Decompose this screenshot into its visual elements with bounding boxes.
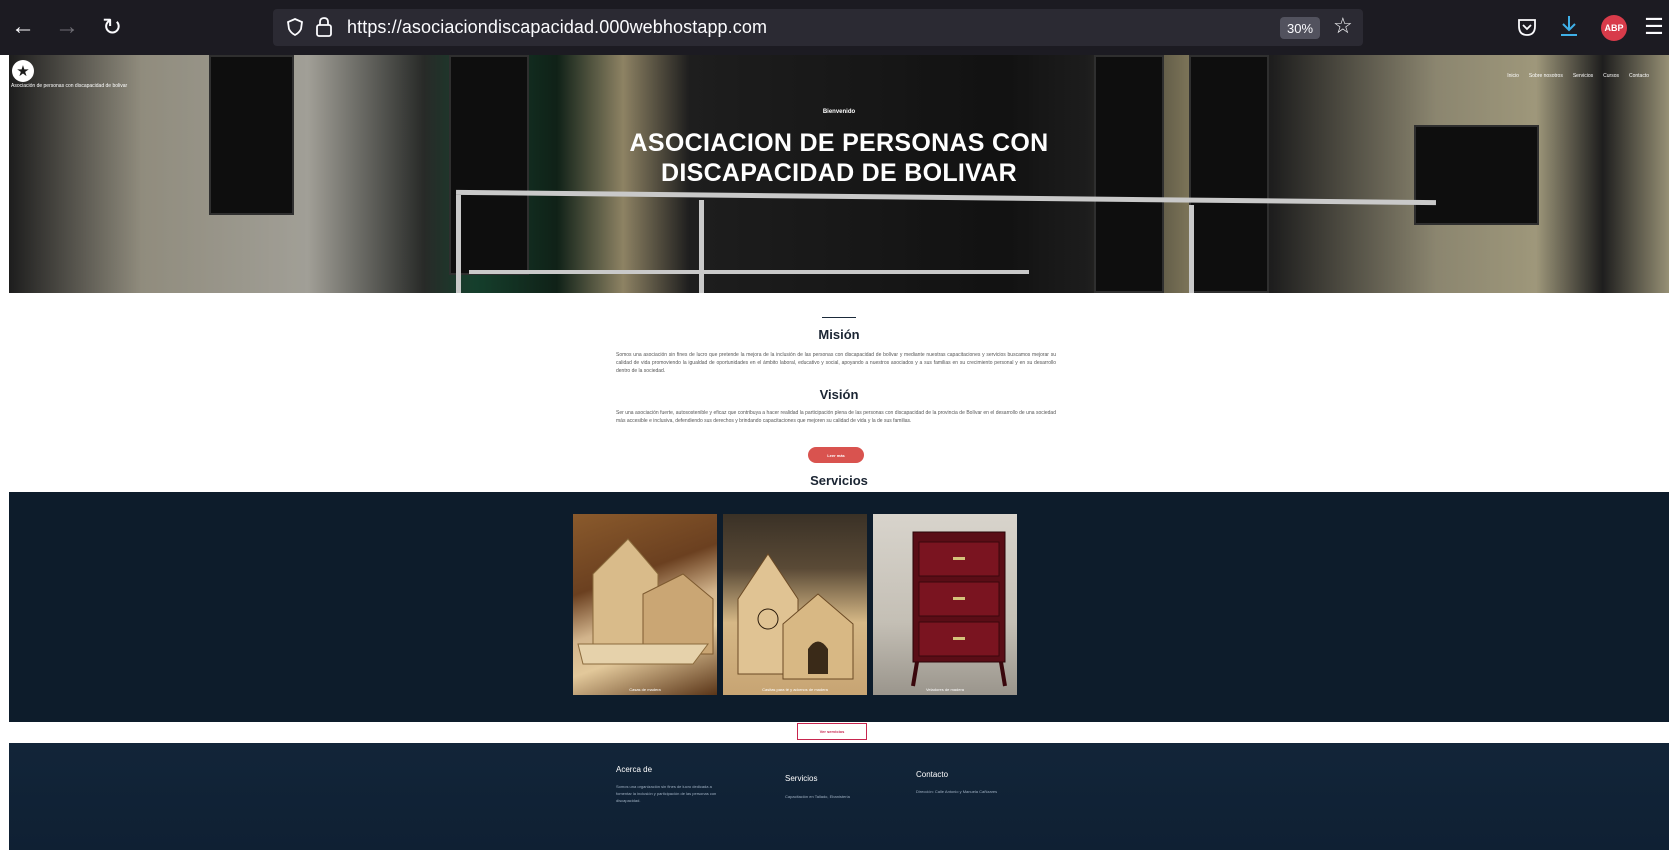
vision-text: Ser una asociación fuerte, autosostenibl…	[616, 410, 1056, 424]
main-nav: Inicio Sobre nosotros Servicios Cursos C…	[1507, 73, 1649, 79]
read-more-button[interactable]: Leer más	[808, 447, 864, 463]
mission-heading: Misión	[818, 327, 860, 342]
site-logo-icon[interactable]: ★	[12, 60, 34, 82]
nav-item-cursos[interactable]: Cursos	[1603, 73, 1619, 79]
download-icon[interactable]	[1558, 14, 1580, 38]
service-caption: Veladores de madera	[925, 687, 965, 692]
nav-item-servicios[interactable]: Servicios	[1573, 73, 1593, 79]
mission-vision-section: Misión Somos una asociación sin fines de…	[9, 293, 1669, 510]
service-caption: Casas de madera	[629, 687, 661, 692]
wooden-house-image	[577, 538, 714, 665]
forward-arrow-icon[interactable]: →	[52, 12, 82, 42]
hero-banner: ★ Asociación de personas con discapacida…	[9, 55, 1669, 293]
footer-about-text: Somos una organización sin fines de lucr…	[616, 784, 717, 803]
site-footer: Acerca de Somos una organización sin fin…	[9, 743, 1669, 850]
service-card[interactable]: Casitas para té y adornos de madera	[723, 514, 867, 695]
shield-icon[interactable]	[285, 17, 305, 37]
browser-toolbar: ← → ↻ https://asociaciondiscapacidad.000…	[0, 0, 1669, 55]
pocket-icon[interactable]	[1516, 16, 1538, 38]
adblock-icon[interactable]: ABP	[1601, 15, 1627, 41]
nav-item-inicio[interactable]: Inicio	[1507, 73, 1519, 79]
footer-about-heading: Acerca de	[616, 765, 653, 774]
service-card[interactable]: Casas de madera	[573, 514, 717, 695]
hero-railing	[456, 195, 461, 293]
url-text[interactable]: https://asociaciondiscapacidad.000webhos…	[347, 17, 767, 38]
nav-item-contacto[interactable]: Contacto	[1629, 73, 1649, 79]
services-gallery: Casas de madera Casitas para té y adorno…	[9, 492, 1669, 722]
service-card[interactable]: Veladores de madera	[873, 514, 1017, 695]
service-caption: Casitas para té y adornos de madera	[762, 687, 828, 692]
wooden-nightstand-image	[911, 531, 1007, 687]
hero-railing	[469, 270, 1029, 274]
footer-services-text[interactable]: Capacitación en Tallado, Ebanistería	[785, 793, 895, 800]
menu-icon[interactable]: ☰	[1639, 12, 1669, 42]
section-divider	[822, 317, 856, 318]
zoom-level-badge[interactable]: 30%	[1280, 17, 1320, 39]
star-icon[interactable]: ☆	[1333, 13, 1353, 39]
hero-title: ASOCIACION DE PERSONAS CON DISCAPACIDAD …	[629, 129, 1049, 187]
hero-railing	[699, 200, 704, 293]
vision-heading: Visión	[819, 387, 859, 402]
services-heading: Servicios	[810, 473, 868, 488]
address-bar[interactable]: https://asociaciondiscapacidad.000webhos…	[273, 9, 1363, 46]
footer-contact-heading: Contacto	[916, 770, 949, 779]
mission-text: Somos una asociación sin fines de lucro …	[616, 352, 1056, 374]
lock-icon[interactable]	[315, 16, 333, 38]
view-services-button[interactable]: Ver servicios	[797, 723, 867, 740]
back-arrow-icon[interactable]: ←	[8, 12, 38, 42]
reload-icon[interactable]: ↻	[97, 12, 127, 42]
footer-services-heading: Servicios	[785, 774, 818, 783]
footer-contact-text: Dirección: Calle Antonio y Manuela Cañiz…	[916, 789, 998, 794]
site-brand[interactable]: Asociación de personas con discapacidad …	[11, 83, 127, 89]
page-viewport: ★ Asociación de personas con discapacida…	[9, 55, 1669, 850]
hero-railing	[1189, 205, 1194, 293]
hero-kicker: Bienvenido	[822, 109, 856, 115]
nav-item-sobre-nosotros[interactable]: Sobre nosotros	[1529, 73, 1563, 79]
wooden-tea-house-image	[737, 553, 854, 680]
